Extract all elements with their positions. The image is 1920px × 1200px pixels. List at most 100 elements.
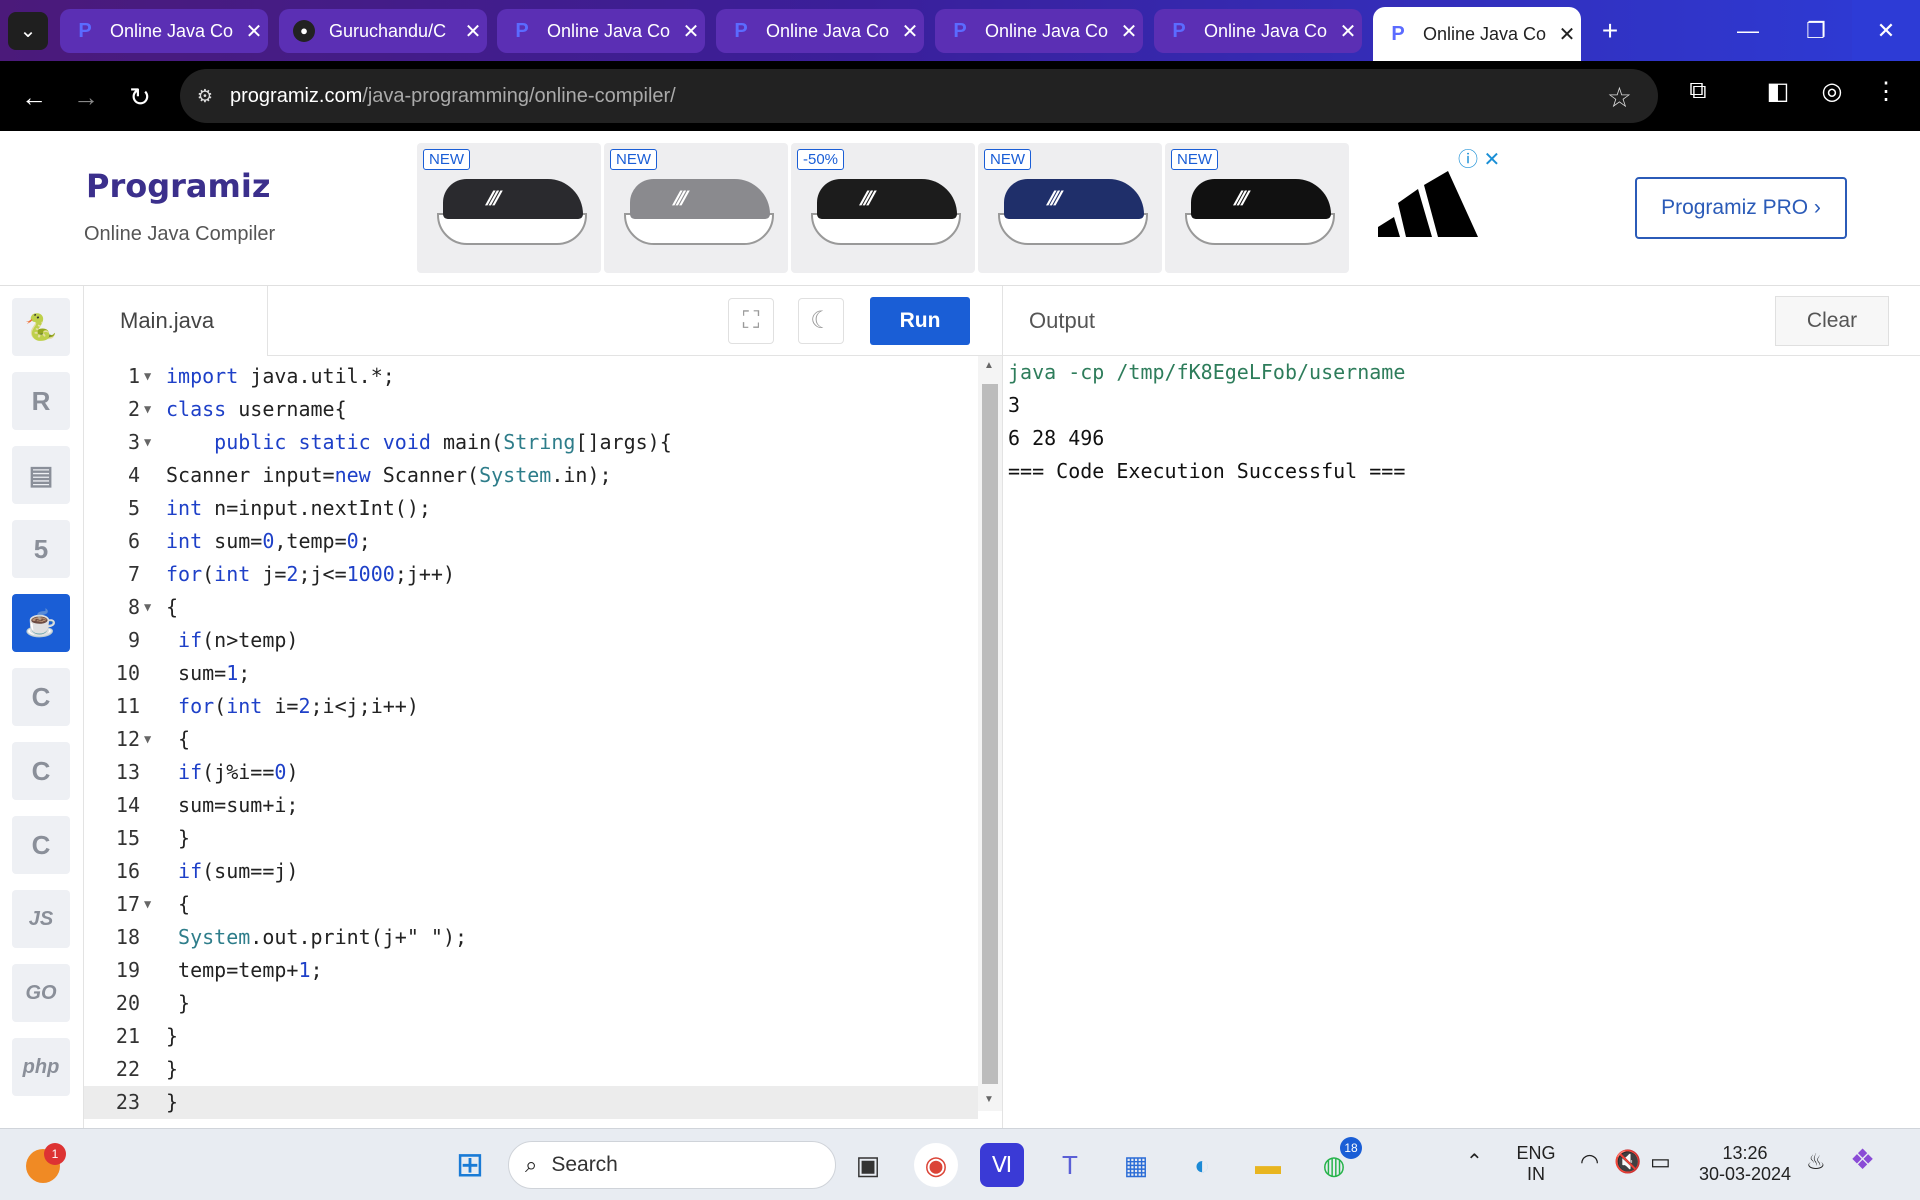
- tab-close-icon[interactable]: ✕: [240, 19, 268, 44]
- browser-tab[interactable]: P Online Java Co ✕: [935, 9, 1143, 53]
- browser-tab[interactable]: P Online Java Co ✕: [497, 9, 705, 53]
- c-icon[interactable]: C: [12, 668, 70, 726]
- vscode-like-icon[interactable]: Ⅵ: [980, 1143, 1024, 1187]
- code-line[interactable]: 4 Scanner input=new Scanner(System.in);: [84, 459, 978, 492]
- fold-arrow-icon[interactable]: ▼: [144, 591, 151, 624]
- scroll-down-icon[interactable]: ▼: [984, 1094, 994, 1105]
- back-icon[interactable]: ←: [14, 77, 54, 117]
- teams-icon[interactable]: T: [1048, 1143, 1092, 1187]
- code-line[interactable]: 20 }: [84, 987, 978, 1020]
- close-window-icon[interactable]: ✕: [1852, 0, 1920, 61]
- scroll-up-icon[interactable]: ▲: [984, 360, 994, 371]
- edge-icon[interactable]: ◐: [1180, 1143, 1224, 1187]
- programiz-logo[interactable]: Programiz: [86, 167, 270, 205]
- programiz-pro-button[interactable]: Programiz PRO ›: [1635, 177, 1847, 239]
- code-line[interactable]: 14 sum=sum+i;: [84, 789, 978, 822]
- new-tab-button[interactable]: +: [1590, 12, 1630, 50]
- browser-tab[interactable]: P Online Java Co ✕: [1154, 9, 1362, 53]
- address-bar[interactable]: ⚙ programiz.com /java-programming/online…: [180, 69, 1658, 123]
- bookmark-star-icon[interactable]: ☆: [1607, 81, 1632, 114]
- code-line[interactable]: 15 }: [84, 822, 978, 855]
- code-line[interactable]: 23}: [84, 1086, 978, 1119]
- ad-banner[interactable]: ///NEW///NEW///-50%///NEW///NEW: [417, 143, 1350, 273]
- clock[interactable]: 13:26 30-03-2024: [1690, 1143, 1800, 1185]
- ad-shoe-image[interactable]: ///NEW: [1165, 143, 1349, 273]
- html5-icon[interactable]: 5: [12, 520, 70, 578]
- fold-arrow-icon[interactable]: ▼: [144, 426, 151, 459]
- site-info-icon[interactable]: ⚙: [180, 86, 230, 107]
- task-view-icon[interactable]: ▣: [846, 1143, 890, 1187]
- tab-close-icon[interactable]: ✕: [1334, 19, 1362, 44]
- reload-icon[interactable]: ↻: [120, 77, 160, 117]
- file-tab[interactable]: Main.java: [84, 286, 268, 356]
- pane-divider[interactable]: [1002, 286, 1003, 1129]
- code-line[interactable]: 13 if(j%i==0): [84, 756, 978, 789]
- code-line[interactable]: 10 sum=1;: [84, 657, 978, 690]
- notification-app-icon[interactable]: 1: [26, 1143, 66, 1183]
- account-icon[interactable]: ◎: [1812, 77, 1852, 106]
- tab-close-icon[interactable]: ✕: [896, 19, 924, 44]
- code-line[interactable]: 22}: [84, 1053, 978, 1086]
- wifi-icon[interactable]: ◠: [1580, 1149, 1599, 1175]
- tab-close-icon[interactable]: ✕: [677, 19, 705, 44]
- notification-bell-icon[interactable]: ♨: [1806, 1149, 1826, 1175]
- taskbar-search[interactable]: ⌕ Search: [508, 1141, 836, 1189]
- fold-arrow-icon[interactable]: ▼: [144, 393, 151, 426]
- dark-mode-icon[interactable]: ☾: [798, 298, 844, 344]
- store-icon[interactable]: ▦: [1114, 1143, 1158, 1187]
- chrome-icon[interactable]: ◉: [914, 1143, 958, 1187]
- code-editor[interactable]: 1 ▼ import java.util.*; 2 ▼ class username{3 ▼…: [84, 356, 978, 1119]
- code-line[interactable]: 18 System.out.print(j+" ");: [84, 921, 978, 954]
- csharp-icon[interactable]: C: [12, 816, 70, 874]
- java-icon[interactable]: ☕: [12, 594, 70, 652]
- tray-expand-icon[interactable]: ⌃: [1466, 1149, 1483, 1174]
- whatsapp-icon[interactable]: ◍ 18: [1312, 1137, 1362, 1187]
- browser-tab[interactable]: P Online Java Co ✕: [1373, 7, 1581, 61]
- code-line[interactable]: 7 for(int j=2;j<=1000;j++): [84, 558, 978, 591]
- code-line[interactable]: 21}: [84, 1020, 978, 1053]
- tab-close-icon[interactable]: ✕: [1553, 22, 1581, 47]
- code-line[interactable]: 2 ▼ class username{: [84, 393, 978, 426]
- ad-shoe-image[interactable]: ///NEW: [604, 143, 788, 273]
- ad-shoe-image[interactable]: ///-50%: [791, 143, 975, 273]
- run-button[interactable]: Run: [870, 297, 970, 345]
- browser-tab[interactable]: P Online Java Co ✕: [60, 9, 268, 53]
- tab-search-icon[interactable]: ⌄: [8, 12, 48, 50]
- fullscreen-icon[interactable]: ⛶: [728, 298, 774, 344]
- menu-icon[interactable]: ⋮: [1866, 77, 1906, 106]
- code-line[interactable]: 17 ▼ {: [84, 888, 978, 921]
- code-line[interactable]: 19 temp=temp+1;: [84, 954, 978, 987]
- battery-icon[interactable]: ▭: [1650, 1149, 1671, 1175]
- code-line[interactable]: 5 int n=input.nextInt();: [84, 492, 978, 525]
- code-line[interactable]: 11 for(int i=2;i<j;i++): [84, 690, 978, 723]
- tab-close-icon[interactable]: ✕: [1115, 19, 1143, 44]
- code-line[interactable]: 9 if(n>temp): [84, 624, 978, 657]
- editor-scrollbar[interactable]: ▲ ▼: [978, 356, 1002, 1111]
- browser-tab[interactable]: P Online Java Co ✕: [716, 9, 924, 53]
- start-icon[interactable]: ⊞: [448, 1143, 492, 1187]
- fold-arrow-icon[interactable]: ▼: [144, 888, 151, 921]
- side-panel-icon[interactable]: ◧: [1758, 77, 1798, 106]
- code-line[interactable]: 1 ▼ import java.util.*;: [84, 360, 978, 393]
- output-console[interactable]: java -cp /tmp/fK8EgeLFob/username 3 6 28 4…: [1008, 356, 1908, 488]
- volume-muted-icon[interactable]: 🔇: [1614, 1149, 1641, 1175]
- tab-close-icon[interactable]: ✕: [459, 19, 487, 44]
- forward-icon[interactable]: →: [66, 77, 106, 117]
- scroll-thumb[interactable]: [982, 384, 998, 1084]
- python-icon[interactable]: 🐍: [12, 298, 70, 356]
- code-line[interactable]: 12 ▼ {: [84, 723, 978, 756]
- minimize-icon[interactable]: —: [1714, 0, 1782, 61]
- adidas-logo-icon[interactable]: [1378, 171, 1478, 237]
- code-line[interactable]: 8 ▼ {: [84, 591, 978, 624]
- cpp-icon[interactable]: C: [12, 742, 70, 800]
- file-explorer-icon[interactable]: ▬: [1246, 1143, 1290, 1187]
- browser-tab[interactable]: ● Guruchandu/C ✕: [279, 9, 487, 53]
- ad-info-icon[interactable]: ⓘ ✕: [1458, 143, 1500, 172]
- restore-icon[interactable]: ❐: [1782, 0, 1850, 61]
- clear-button[interactable]: Clear: [1775, 296, 1889, 346]
- go-icon[interactable]: GO: [12, 964, 70, 1022]
- r-icon[interactable]: R: [12, 372, 70, 430]
- ad-shoe-image[interactable]: ///NEW: [978, 143, 1162, 273]
- fold-arrow-icon[interactable]: ▼: [144, 360, 151, 393]
- code-line[interactable]: 3 ▼ public static void main(String[]args)…: [84, 426, 978, 459]
